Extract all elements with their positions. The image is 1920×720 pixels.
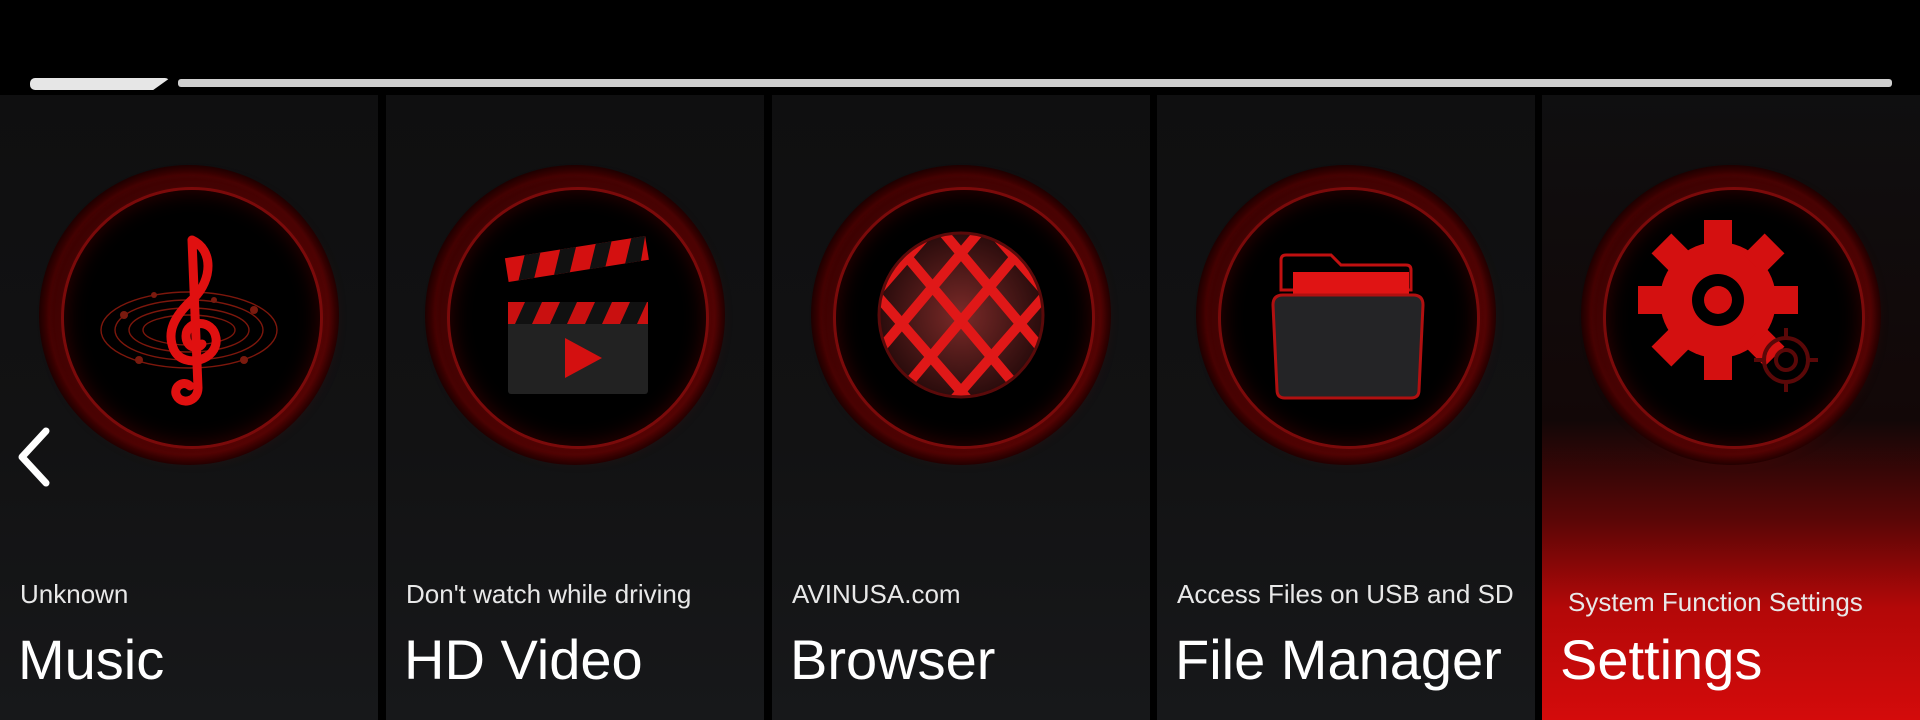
clapperboard-icon: [504, 236, 649, 394]
tile-subtitle: Don't watch while driving: [406, 579, 692, 609]
app-carousel: Unknown Music Don't watch while driving …: [0, 95, 1920, 720]
page-scroll-track[interactable]: [178, 79, 1892, 87]
tile-hd-video[interactable]: Don't watch while driving HD Video: [386, 95, 764, 720]
tile-subtitle: Access Files on USB and SD: [1177, 579, 1514, 609]
tile-browser[interactable]: AVINUSA.com Browser: [772, 95, 1150, 720]
music-note-icon: [100, 235, 278, 406]
chevron-left-icon[interactable]: [14, 425, 54, 489]
icon-circle: [39, 165, 339, 465]
top-bar: [0, 0, 1920, 95]
icon-circle: [811, 165, 1111, 465]
tile-subtitle: System Function Settings: [1568, 587, 1863, 617]
icon-circle: [1581, 165, 1881, 465]
globe-icon: [877, 231, 1045, 399]
tile-settings[interactable]: System Function Settings Settings: [1542, 95, 1920, 720]
tile-title: File Manager: [1175, 628, 1502, 691]
tile-music[interactable]: Unknown Music: [0, 95, 378, 720]
tile-file-manager[interactable]: Access Files on USB and SD File Manager: [1157, 95, 1535, 720]
gear-icon: [1638, 220, 1818, 392]
tile-subtitle: AVINUSA.com: [792, 579, 961, 609]
tile-title: Browser: [790, 628, 996, 691]
page-scroll-thumb[interactable]: [30, 78, 170, 90]
icon-circle: [425, 165, 725, 465]
folder-icon: [1271, 253, 1425, 400]
icon-circle: [1196, 165, 1496, 465]
tile-title: HD Video: [404, 628, 643, 691]
tile-title: Music: [18, 628, 165, 691]
tile-subtitle: Unknown: [20, 579, 129, 609]
tile-title: Settings: [1560, 628, 1763, 691]
